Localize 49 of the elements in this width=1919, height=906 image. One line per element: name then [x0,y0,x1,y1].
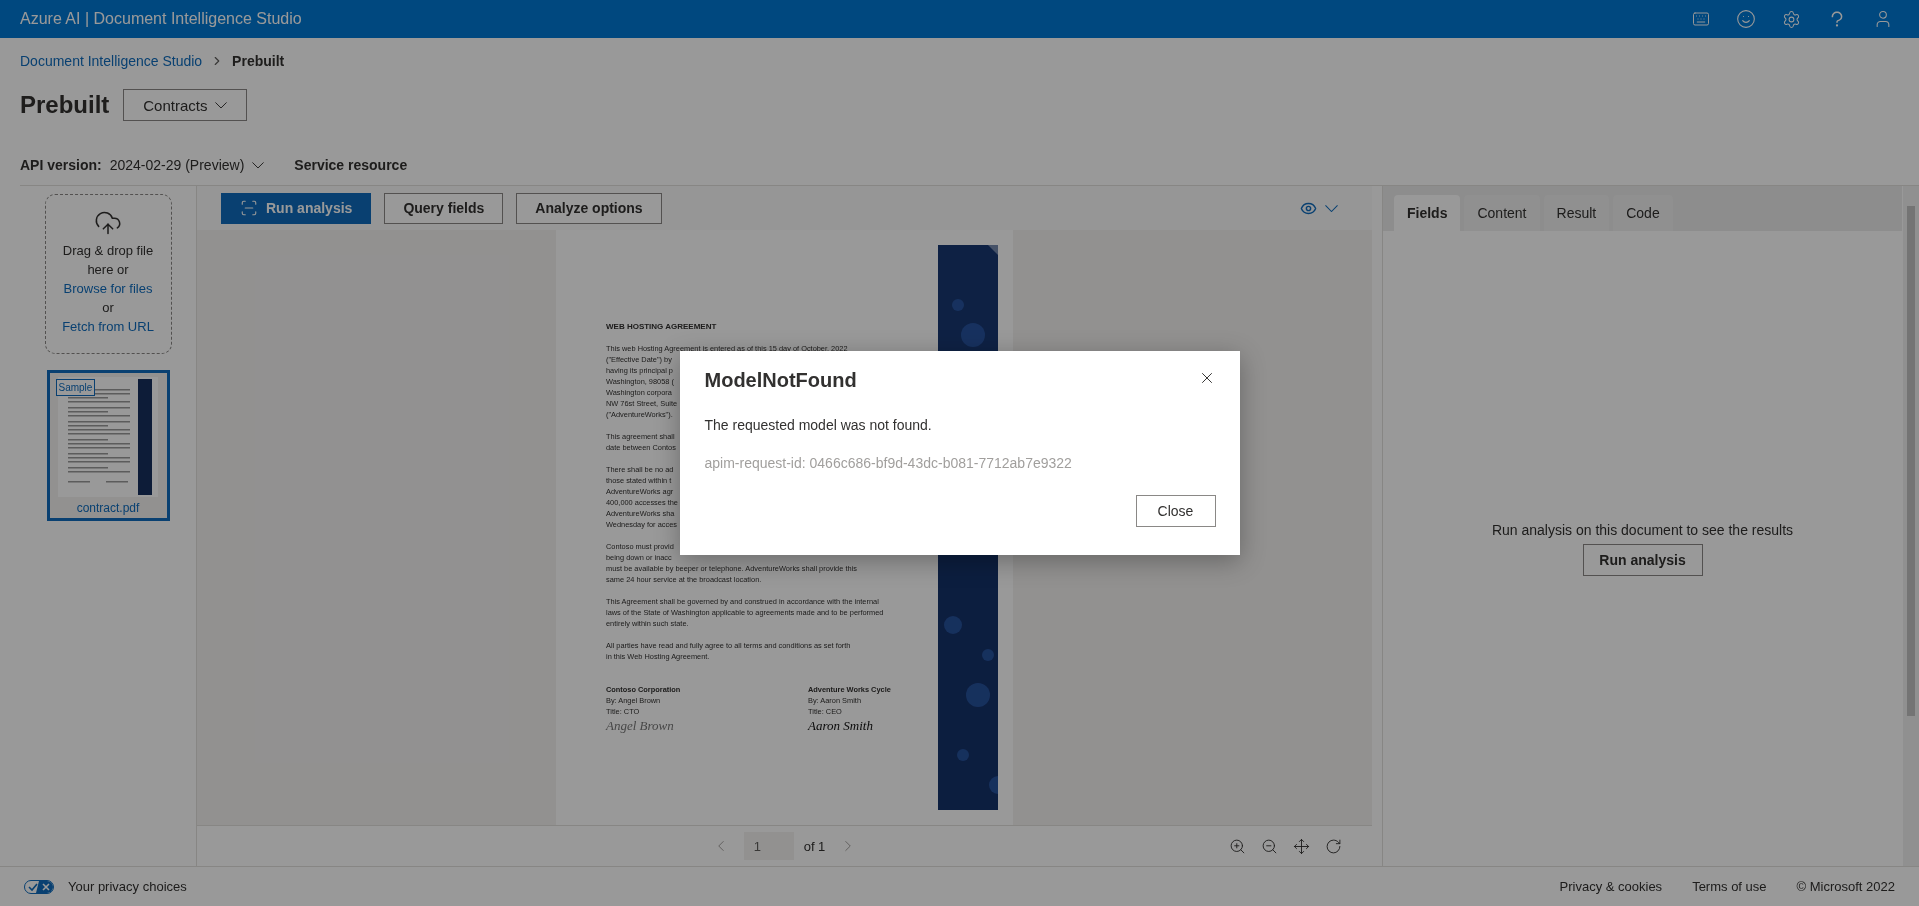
page-number-field[interactable]: 1 [743,832,794,861]
scan-icon [240,199,258,218]
chevron-down-icon [215,101,228,109]
footer-link[interactable]: Terms of use [1692,879,1767,894]
scrollbar[interactable] [1903,186,1919,866]
page-title: Prebuilt [20,91,110,119]
fit-page-icon[interactable] [1293,837,1310,855]
smiley-icon[interactable] [1736,9,1756,29]
run-analysis-button[interactable]: Run analysis [221,192,372,224]
privacy-toggle-icon [24,879,54,894]
request-id: apim-request-id: 0466c686-bf9d-43dc-b081-7712ab7e9322 [704,455,1073,471]
run-analysis-button[interactable]: Run analysis [1582,543,1703,576]
dialog-title: ModelNotFound [704,368,857,393]
file-card[interactable]: Sample contract.pdf [46,370,170,521]
dialog-message: The requested model was not found. [704,417,933,433]
api-version-dropdown[interactable]: 2024-02-29 (Preview) [109,157,265,173]
fetch-link[interactable]: Fetch from URL [62,317,154,336]
toolbar-button[interactable]: Query fields [384,192,504,224]
footer-link[interactable]: Privacy & cookies [1559,879,1663,894]
breadcrumb-current: Prebuilt [232,53,285,69]
signature: Aaron Smith [808,717,873,735]
app-title: Azure AI | Document Intelligence Studio [20,10,303,28]
api-version-label: API version: [20,157,102,173]
rotate-icon[interactable] [1325,837,1342,855]
drop-hint: Drag & drop file here or [61,242,155,279]
keyboard-icon[interactable] [1692,10,1710,28]
breadcrumb-link[interactable]: Document Intelligence Studio [20,53,203,69]
or-text: or [102,299,114,317]
model-dropdown[interactable]: Contracts [123,89,248,121]
chevron-down-icon [252,161,265,169]
file-drop-zone[interactable]: Drag & drop file here or Browse for files or Fetch from URL [44,194,172,354]
result-tab[interactable]: Fields [1394,195,1461,231]
cloud-upload-icon [94,209,122,237]
sample-badge: Sample [55,379,96,396]
settings-icon[interactable] [1782,9,1801,29]
empty-results-message: Run analysis on this document to see the results [1491,521,1794,538]
page-count: of 1 [803,838,826,854]
close-button[interactable]: Close [1135,495,1216,527]
chevron-down-icon [1325,204,1338,212]
toolbar-button[interactable]: Analyze options [516,192,662,224]
service-resource-label: Service resource [294,157,408,173]
document-heading: WEB HOSTING AGREEMENT [606,321,718,333]
zoom-out-icon[interactable] [1261,837,1278,855]
zoom-in-icon[interactable] [1229,837,1246,855]
signature: Angel Brown [606,717,674,735]
privacy-choices-link[interactable]: Your privacy choices [68,879,187,894]
copyright: © Microsoft 2022 [1796,879,1895,894]
file-name: contract.pdf [76,501,140,515]
browse-link[interactable]: Browse for files [63,279,153,298]
